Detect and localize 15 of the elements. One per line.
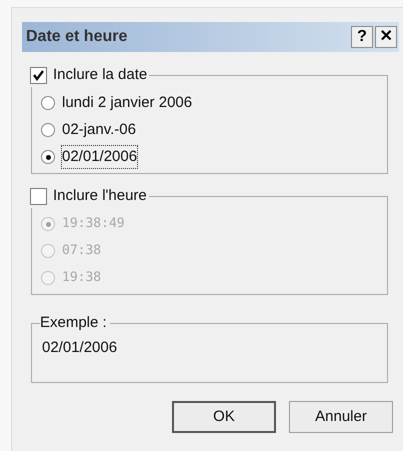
radio-button[interactable] bbox=[41, 123, 55, 137]
help-button[interactable]: ? bbox=[351, 26, 373, 48]
window-title: Date et heure bbox=[26, 27, 128, 47]
example-text: 02/01/2006 bbox=[41, 338, 118, 358]
radio-label[interactable]: 02-janv.-06 bbox=[62, 118, 136, 142]
radio-label[interactable]: 02/01/2006 bbox=[62, 146, 138, 168]
radio-button[interactable] bbox=[41, 150, 55, 164]
checkbox-label[interactable]: Inclure la date bbox=[53, 64, 148, 86]
radio-label[interactable]: lundi 2 janvier 2006 bbox=[62, 92, 192, 114]
dialog-button[interactable]: Annuler bbox=[289, 401, 393, 433]
group-label: Exemple : bbox=[40, 313, 108, 333]
checkbox[interactable] bbox=[30, 66, 47, 84]
radio-button[interactable] bbox=[41, 96, 55, 110]
close-button[interactable]: ✕ bbox=[375, 26, 397, 48]
dialog-button[interactable]: OK bbox=[172, 401, 276, 433]
